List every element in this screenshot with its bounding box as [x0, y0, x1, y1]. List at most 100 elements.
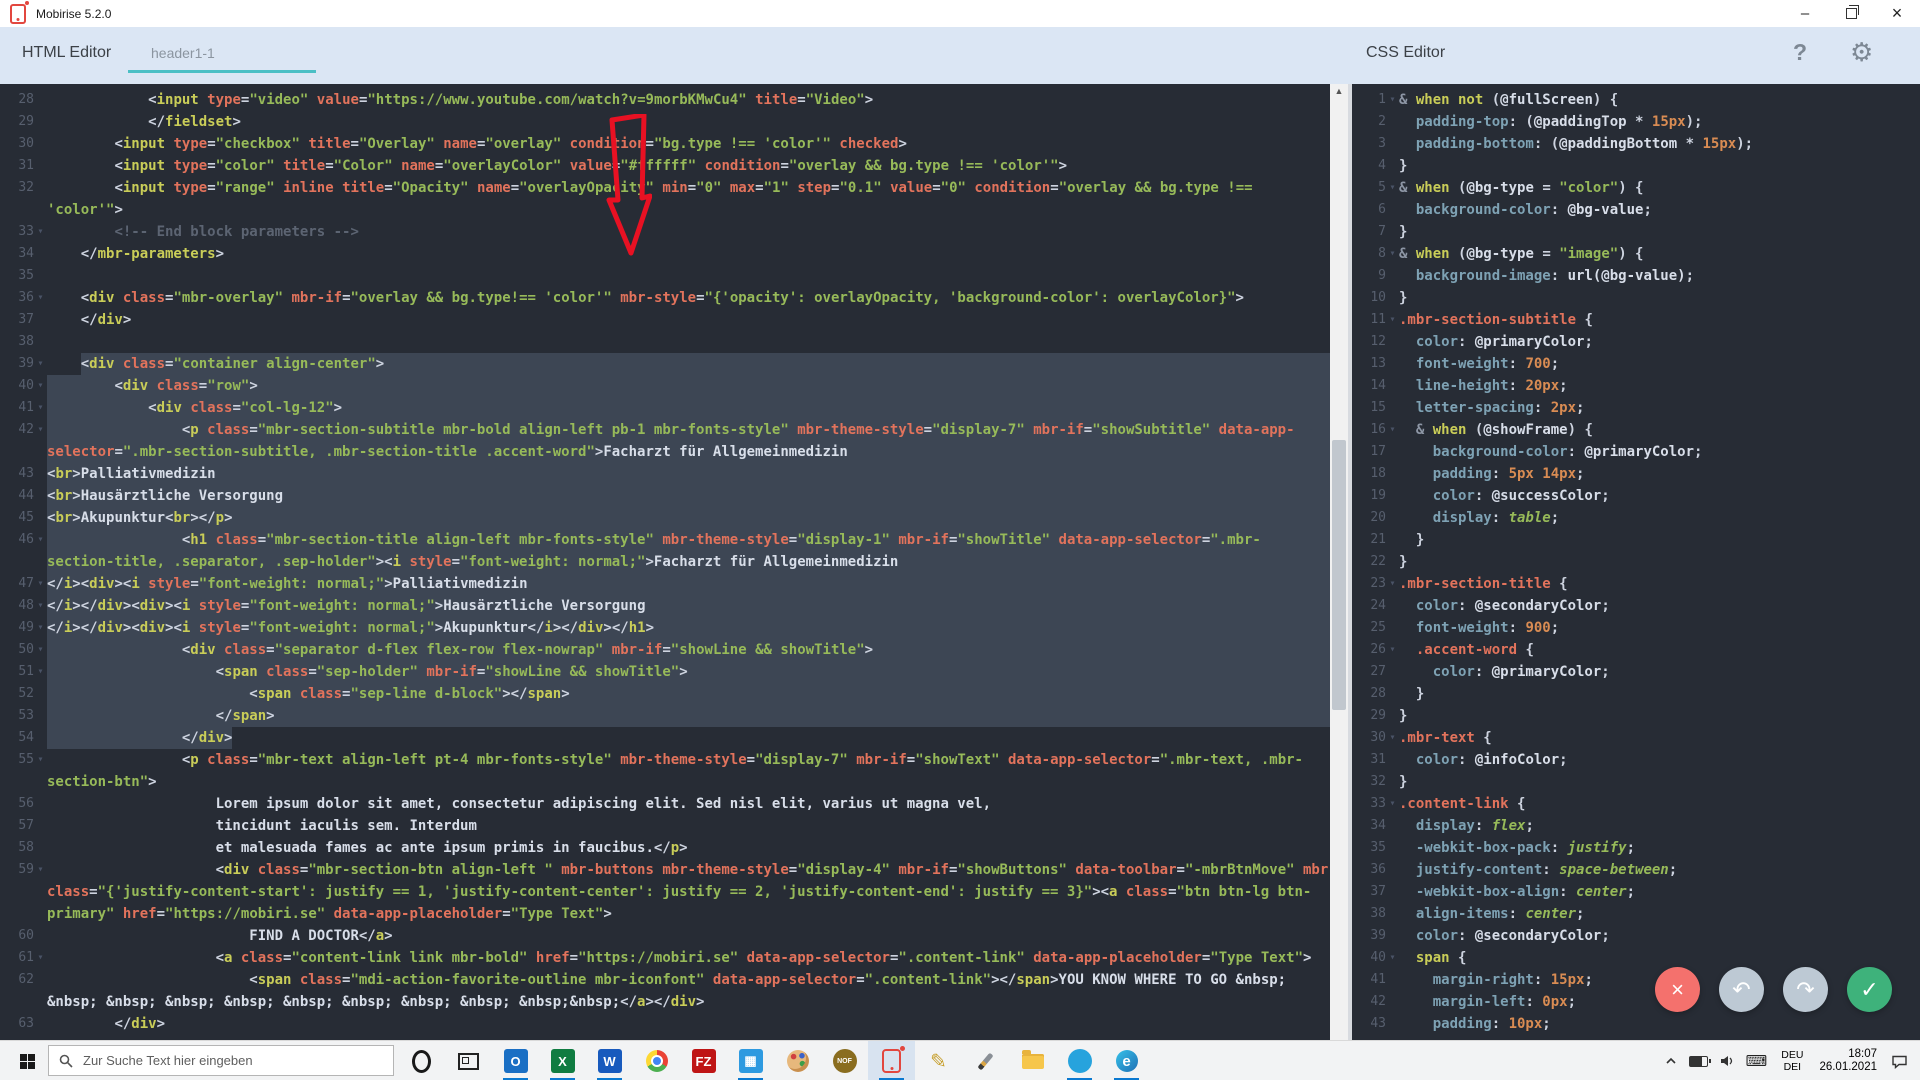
settings-gear-icon[interactable]: ⚙	[1850, 37, 1873, 68]
code-line[interactable]: section-title, .separator, .sep-holder">…	[0, 551, 1330, 573]
code-line[interactable]: 8▾& when (@bg-type = "image") {	[1352, 243, 1920, 265]
code-line[interactable]: 6 background-color: @bg-value;	[1352, 199, 1920, 221]
discard-button[interactable]: ×	[1655, 967, 1700, 1012]
code-line[interactable]: 19 color: @successColor;	[1352, 485, 1920, 507]
scrollbar-thumb[interactable]	[1332, 440, 1346, 710]
code-line[interactable]: 54 </div>	[0, 727, 1330, 749]
fold-arrow-icon[interactable]: ▾	[34, 419, 47, 441]
code-line[interactable]: 25 font-weight: 900;	[1352, 617, 1920, 639]
code-line[interactable]: 63 </div>	[0, 1013, 1330, 1035]
code-line[interactable]: 40▾ span {	[1352, 947, 1920, 969]
code-line[interactable]: class="{'justify-content-start': justify…	[0, 881, 1330, 903]
code-line[interactable]: 57 tincidunt iaculis sem. Interdum	[0, 815, 1330, 837]
volume-icon[interactable]	[1714, 1041, 1740, 1080]
fold-arrow-icon[interactable]: ▾	[1386, 573, 1399, 595]
fold-arrow-icon[interactable]: ▾	[34, 529, 47, 551]
fold-arrow-icon[interactable]: ▾	[34, 749, 47, 771]
code-line[interactable]: 40▾ <div class="row">	[0, 375, 1330, 397]
code-line[interactable]: 38	[0, 331, 1330, 353]
fold-arrow-icon[interactable]: ▾	[34, 661, 47, 683]
word-icon[interactable]: W	[586, 1041, 633, 1080]
code-line[interactable]: 31 color: @infoColor;	[1352, 749, 1920, 771]
code-line[interactable]: 37 </div>	[0, 309, 1330, 331]
fold-arrow-icon[interactable]: ▾	[1386, 419, 1399, 441]
code-line[interactable]: 48▾</i></div><div><i style="font-weight:…	[0, 595, 1330, 617]
code-line[interactable]: 15 letter-spacing: 2px;	[1352, 397, 1920, 419]
code-line[interactable]: 45<br>Akupunktur<br></p>	[0, 507, 1330, 529]
code-line[interactable]: 32 <input type="range" inline title="Opa…	[0, 177, 1330, 199]
excel-icon[interactable]: X	[539, 1041, 586, 1080]
code-line[interactable]: 7}	[1352, 221, 1920, 243]
code-line[interactable]: 2 padding-top: (@paddingTop * 15px);	[1352, 111, 1920, 133]
code-line[interactable]: 51▾ <span class="sep-holder" mbr-if="sho…	[0, 661, 1330, 683]
code-line[interactable]: 9 background-image: url(@bg-value);	[1352, 265, 1920, 287]
fold-arrow-icon[interactable]: ▾	[34, 397, 47, 419]
restore-button[interactable]	[1828, 0, 1874, 27]
code-line[interactable]: 34 display: flex;	[1352, 815, 1920, 837]
code-line[interactable]: 47▾</i><div><i style="font-weight: norma…	[0, 573, 1330, 595]
code-line[interactable]: 14 line-height: 20px;	[1352, 375, 1920, 397]
brush-app-icon[interactable]	[962, 1041, 1009, 1080]
code-line[interactable]: 59▾ <div class="mbr-section-btn align-le…	[0, 859, 1330, 881]
tab-header1-1[interactable]: header1-1	[151, 45, 215, 61]
code-line[interactable]: 12 color: @primaryColor;	[1352, 331, 1920, 353]
code-line[interactable]: 39▾ <div class="container align-center">	[0, 353, 1330, 375]
code-line[interactable]: 50▾ <div class="separator d-flex flex-ro…	[0, 639, 1330, 661]
fold-arrow-icon[interactable]: ▾	[1386, 793, 1399, 815]
code-line[interactable]: 'color'">	[0, 199, 1330, 221]
code-line[interactable]: 28 <input type="video" value="https://ww…	[0, 89, 1330, 111]
minimize-button[interactable]: –	[1782, 0, 1828, 27]
code-line[interactable]: 20 display: table;	[1352, 507, 1920, 529]
start-button[interactable]	[8, 1041, 46, 1080]
fold-arrow-icon[interactable]: ▾	[34, 221, 47, 243]
code-line[interactable]: 61▾ <a class="content-link link mbr-bold…	[0, 947, 1330, 969]
code-line[interactable]: 29}	[1352, 705, 1920, 727]
blue-app-icon[interactable]: ▦	[727, 1041, 774, 1080]
code-line[interactable]: 27 color: @primaryColor;	[1352, 661, 1920, 683]
notification-center-icon[interactable]	[1885, 1041, 1920, 1080]
code-line[interactable]: 11▾.mbr-section-subtitle {	[1352, 309, 1920, 331]
html-code-editor[interactable]: 28 <input type="video" value="https://ww…	[0, 84, 1330, 1040]
fold-arrow-icon[interactable]: ▾	[34, 947, 47, 969]
code-line[interactable]: 21 }	[1352, 529, 1920, 551]
fold-arrow-icon[interactable]: ▾	[1386, 727, 1399, 749]
code-line[interactable]: 35 -webkit-box-pack: justify;	[1352, 837, 1920, 859]
code-line[interactable]: 23▾.mbr-section-title {	[1352, 573, 1920, 595]
code-line[interactable]: 52 <span class="sep-line d-block"></span…	[0, 683, 1330, 705]
code-line[interactable]: 42▾ <p class="mbr-section-subtitle mbr-b…	[0, 419, 1330, 441]
code-line[interactable]: 38 align-items: center;	[1352, 903, 1920, 925]
code-line[interactable]: section-btn">	[0, 771, 1330, 793]
code-line[interactable]: 26▾ .accent-word {	[1352, 639, 1920, 661]
opera-icon[interactable]	[398, 1041, 445, 1080]
code-line[interactable]: 24 color: @secondaryColor;	[1352, 595, 1920, 617]
apply-button[interactable]: ✓	[1847, 967, 1892, 1012]
chat-app-icon[interactable]	[1056, 1041, 1103, 1080]
fold-arrow-icon[interactable]: ▾	[34, 617, 47, 639]
code-line[interactable]: 55▾ <p class="mbr-text align-left pt-4 m…	[0, 749, 1330, 771]
fold-arrow-icon[interactable]: ▾	[34, 375, 47, 397]
code-line[interactable]: &nbsp; &nbsp; &nbsp; &nbsp; &nbsp; &nbsp…	[0, 991, 1330, 1013]
code-line[interactable]: 36▾ <div class="mbr-overlay" mbr-if="ove…	[0, 287, 1330, 309]
code-line[interactable]: 44<br>Hausärztliche Versorgung	[0, 485, 1330, 507]
task-view-icon[interactable]	[445, 1041, 492, 1080]
fold-arrow-icon[interactable]: ▾	[1386, 639, 1399, 661]
fold-arrow-icon[interactable]: ▾	[1386, 243, 1399, 265]
nof-app-icon[interactable]: NOF	[821, 1041, 868, 1080]
battery-icon[interactable]	[1683, 1041, 1714, 1080]
code-line[interactable]: 10}	[1352, 287, 1920, 309]
editor-scrollbar[interactable]: ▲	[1330, 84, 1348, 1040]
help-icon[interactable]: ?	[1793, 39, 1807, 66]
code-line[interactable]: primary" href="https://mobiri.se" data-a…	[0, 903, 1330, 925]
code-line[interactable]: selector=".mbr-section-subtitle, .mbr-se…	[0, 441, 1330, 463]
language-indicator[interactable]: DEU DEI	[1773, 1049, 1811, 1073]
code-line[interactable]: 28 }	[1352, 683, 1920, 705]
file-explorer-icon[interactable]	[1009, 1041, 1056, 1080]
code-line[interactable]: 43<br>Palliativmedizin	[0, 463, 1330, 485]
code-line[interactable]: 36 justify-content: space-between;	[1352, 859, 1920, 881]
edge-icon[interactable]: e	[1103, 1041, 1150, 1080]
code-line[interactable]: 33▾.content-link {	[1352, 793, 1920, 815]
code-line[interactable]: 5▾& when (@bg-type = "color") {	[1352, 177, 1920, 199]
code-line[interactable]: 49▾</i></div><div><i style="font-weight:…	[0, 617, 1330, 639]
filezilla-icon[interactable]: FZ	[680, 1041, 727, 1080]
code-line[interactable]: 29 </fieldset>	[0, 111, 1330, 133]
